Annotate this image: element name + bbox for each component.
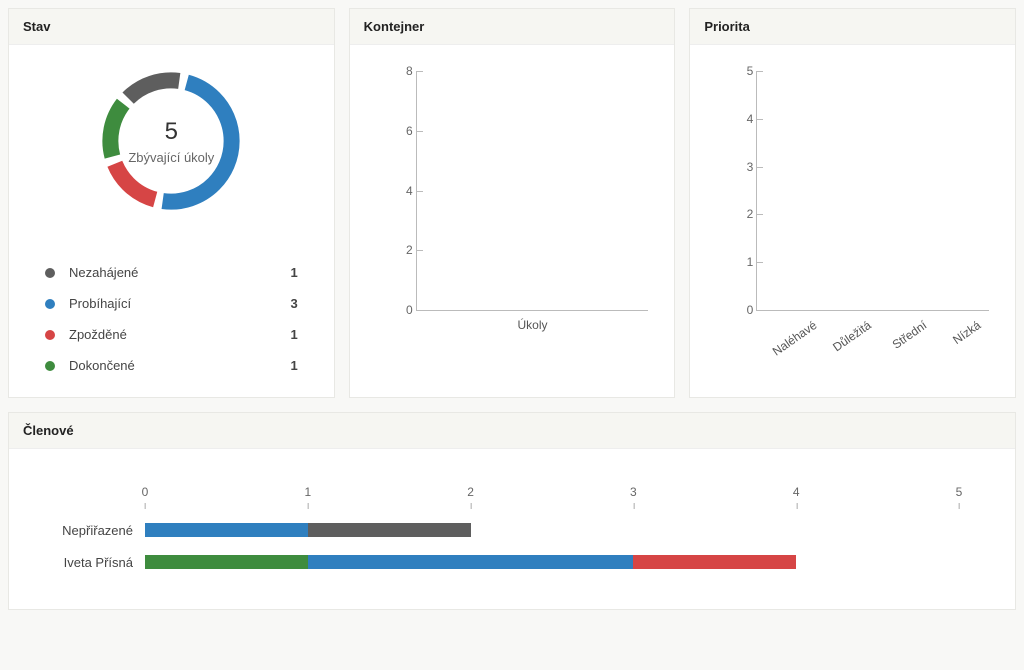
members-title: Členové [9, 413, 1015, 449]
member-row: Nepřiřazené [145, 519, 959, 541]
legend-item: Zpožděné1 [45, 319, 298, 350]
bar-segment [308, 523, 471, 537]
legend-value: 3 [274, 296, 298, 311]
legend-value: 1 [274, 358, 298, 373]
legend-item: Probíhající3 [45, 288, 298, 319]
legend-item: Dokončené1 [45, 350, 298, 381]
x-axis-label: Střední [890, 318, 930, 352]
priority-title: Priorita [690, 9, 1015, 45]
legend-value: 1 [274, 265, 298, 280]
legend-item: Nezahájené1 [45, 257, 298, 288]
status-card: Stav 5 Zbývající úkoly Nezahájené1Probíh… [8, 8, 335, 398]
status-donut-chart: 5 Zbývající úkoly [91, 61, 251, 221]
x-axis-label: Nízká [950, 318, 983, 347]
members-card: Členové 0 1 2 3 4 5 Nepřiřazené Iveta Přísná [8, 412, 1016, 610]
x-axis-tick: 4 [793, 485, 800, 499]
x-axis-tick: 3 [630, 485, 637, 499]
legend-dot-icon [45, 299, 55, 309]
remaining-label: Zbývající úkoly [128, 150, 214, 165]
x-axis-tick: 0 [142, 485, 149, 499]
member-row: Iveta Přísná [145, 551, 959, 573]
bar-segment [145, 555, 308, 569]
status-legend: Nezahájené1Probíhající3Zpožděné1Dokončen… [25, 257, 318, 381]
legend-dot-icon [45, 330, 55, 340]
legend-label: Zpožděné [69, 327, 274, 342]
x-axis-tick: 2 [467, 485, 474, 499]
x-axis-tick: 5 [956, 485, 963, 499]
members-hbar-chart: 0 1 2 3 4 5 Nepřiřazené Iveta Přísná [25, 465, 999, 593]
x-axis-label: Úkoly [517, 318, 547, 332]
legend-dot-icon [45, 361, 55, 371]
legend-label: Nezahájené [69, 265, 274, 280]
priority-bar-chart: 012345NaléhavéDůležitáStředníNízká [706, 61, 999, 361]
member-label: Iveta Přísná [64, 555, 133, 570]
bar-segment [308, 555, 634, 569]
legend-label: Dokončené [69, 358, 274, 373]
legend-value: 1 [274, 327, 298, 342]
x-axis-label: Naléhavé [770, 318, 820, 359]
bar-segment [633, 555, 796, 569]
legend-label: Probíhající [69, 296, 274, 311]
container-title: Kontejner [350, 9, 675, 45]
container-card: Kontejner 02468Úkoly [349, 8, 676, 398]
container-bar-chart: 02468Úkoly [366, 61, 659, 361]
priority-card: Priorita 012345NaléhavéDůležitáStředníNí… [689, 8, 1016, 398]
member-label: Nepřiřazené [62, 523, 133, 538]
remaining-count: 5 [165, 118, 178, 146]
x-axis-tick: 1 [304, 485, 311, 499]
legend-dot-icon [45, 268, 55, 278]
bar-segment [145, 523, 308, 537]
x-axis-label: Důležitá [830, 318, 874, 354]
